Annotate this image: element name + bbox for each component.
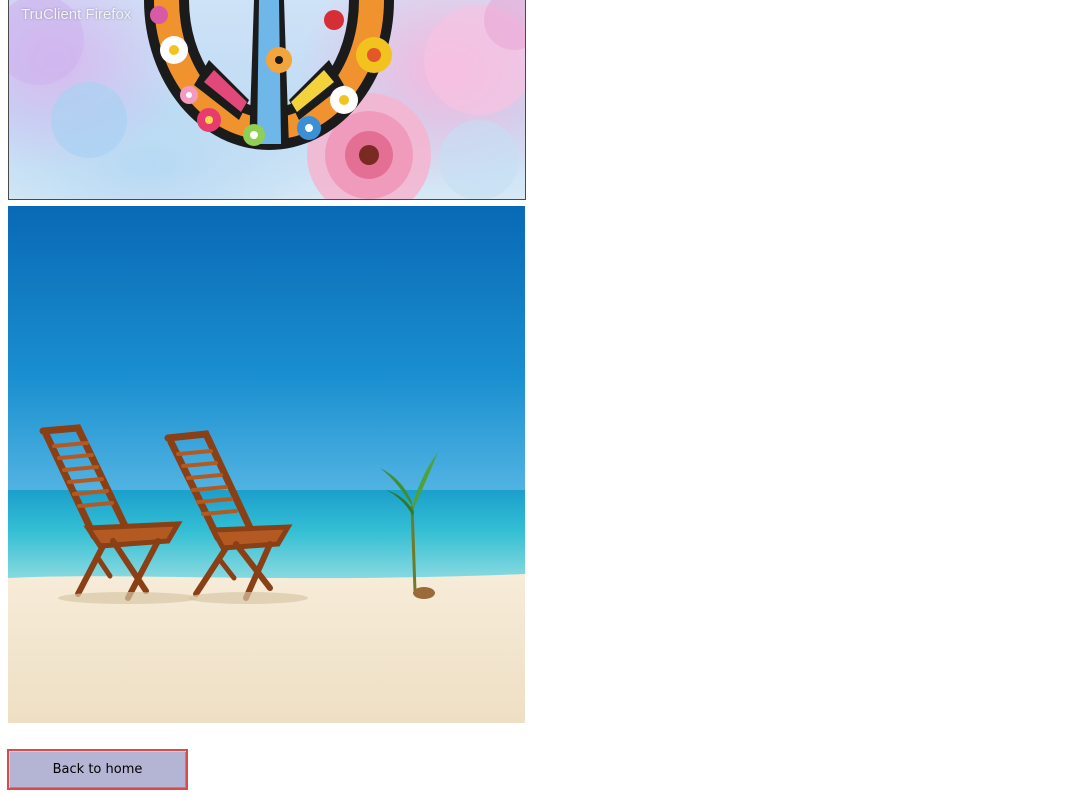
beach-chairs-image [8, 206, 525, 723]
floral-peace-sign-graphic [9, 0, 525, 199]
banner-caption: TruClient Firefox [21, 6, 132, 23]
floral-banner-image: TruClient Firefox [8, 0, 526, 200]
page: TruClient Firefox Back to home [0, 0, 1070, 798]
beach-scene-graphic [8, 206, 525, 723]
back-to-home-button[interactable]: Back to home [7, 749, 188, 790]
